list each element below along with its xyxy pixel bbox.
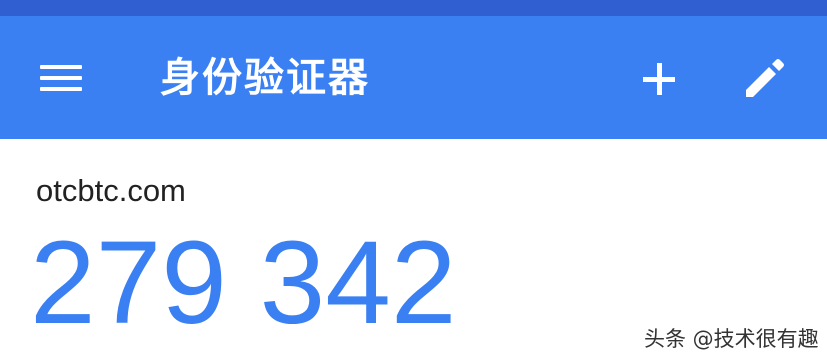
menu-icon bbox=[40, 65, 82, 91]
account-issuer: otcbtc.com bbox=[36, 173, 186, 208]
status-bar bbox=[0, 0, 827, 16]
otp-code: 279 342 bbox=[30, 217, 457, 349]
add-account-button[interactable] bbox=[632, 52, 686, 106]
authenticator-screen: 身份验证器 otcbtc.com 279 342 头条 @技术很有趣 bbox=[0, 0, 827, 360]
app-bar: 身份验证器 bbox=[0, 16, 827, 139]
pencil-icon bbox=[746, 59, 784, 97]
edit-button[interactable] bbox=[736, 50, 792, 106]
watermark-text: 头条 @技术很有趣 bbox=[644, 327, 819, 351]
app-title: 身份验证器 bbox=[160, 55, 370, 101]
plus-icon bbox=[643, 63, 675, 95]
menu-button[interactable] bbox=[34, 58, 88, 98]
